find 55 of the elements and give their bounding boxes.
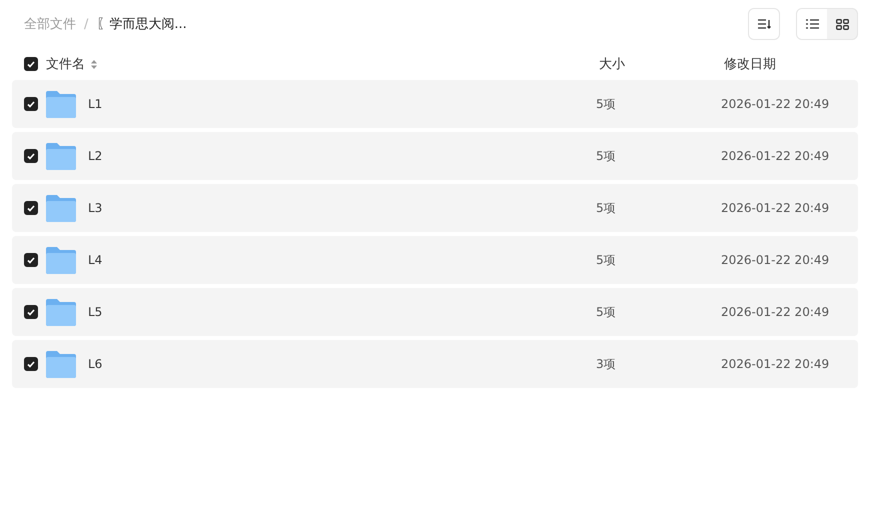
row-checkbox[interactable] — [24, 253, 38, 267]
date-cell: 2026-01-22 20:49 — [721, 253, 830, 267]
column-header[interactable]: 大小 — [599, 57, 625, 72]
file-row[interactable]: L5 5项 2026-01-22 20:49 — [12, 288, 858, 336]
sort-arrows-icon — [91, 60, 97, 68]
check-icon — [27, 100, 35, 108]
check-icon — [27, 256, 35, 264]
file-row[interactable]: L6 3项 2026-01-22 20:49 — [12, 340, 858, 388]
size-cell: 5项 — [596, 200, 616, 214]
folder-icon — [46, 142, 76, 170]
check-icon — [27, 308, 35, 316]
file-name[interactable]: L4 — [88, 253, 102, 267]
folder-icon — [46, 246, 76, 274]
column-header[interactable]: 文件名 — [46, 55, 85, 73]
size-cell: 5项 — [596, 148, 616, 162]
row-checkbox[interactable] — [24, 357, 38, 371]
size-cell: 5项 — [596, 96, 616, 110]
file-name[interactable]: L1 — [88, 97, 102, 111]
breadcrumb-separator: / — [84, 16, 88, 32]
file-name[interactable]: L5 — [88, 305, 102, 319]
sort-button[interactable] — [748, 8, 780, 40]
file-row[interactable]: L3 5项 2026-01-22 20:49 — [12, 184, 858, 232]
row-checkbox[interactable] — [24, 305, 38, 319]
date-cell: 2026-01-22 20:49 — [721, 97, 830, 111]
select-all-checkbox[interactable] — [24, 57, 38, 71]
check-icon — [27, 204, 35, 212]
file-name[interactable]: L3 — [88, 201, 102, 215]
file-name[interactable]: L2 — [88, 149, 102, 163]
sort-icon — [757, 18, 771, 30]
date-cell: 2026-01-22 20:49 — [721, 201, 830, 215]
file-name[interactable]: L6 — [88, 357, 102, 371]
breadcrumb-item: 〖学而思大阅... — [96, 16, 187, 33]
size-cell: 5项 — [596, 304, 616, 318]
grid-icon — [836, 18, 848, 30]
folder-icon — [46, 298, 76, 326]
row-checkbox[interactable] — [24, 201, 38, 215]
file-row[interactable]: L4 5项 2026-01-22 20:49 — [12, 236, 858, 284]
check-icon — [27, 60, 35, 68]
row-checkbox[interactable] — [24, 149, 38, 163]
list-view-button[interactable] — [797, 9, 827, 39]
size-cell: 5项 — [596, 252, 616, 266]
file-row[interactable]: L2 5项 2026-01-22 20:49 — [12, 132, 858, 180]
row-checkbox[interactable] — [24, 97, 38, 111]
check-icon — [27, 360, 35, 368]
folder-icon — [46, 90, 76, 118]
folder-icon — [46, 350, 76, 378]
size-cell: 3项 — [596, 356, 616, 370]
date-cell: 2026-01-22 20:49 — [721, 305, 830, 319]
date-cell: 2026-01-22 20:49 — [721, 357, 830, 371]
date-cell: 2026-01-22 20:49 — [721, 149, 830, 163]
folder-icon — [46, 194, 76, 222]
list-icon — [806, 19, 818, 29]
column-header[interactable]: 修改日期 — [724, 57, 776, 72]
check-icon — [27, 152, 35, 160]
file-row[interactable]: L1 5项 2026-01-22 20:49 — [12, 80, 858, 128]
